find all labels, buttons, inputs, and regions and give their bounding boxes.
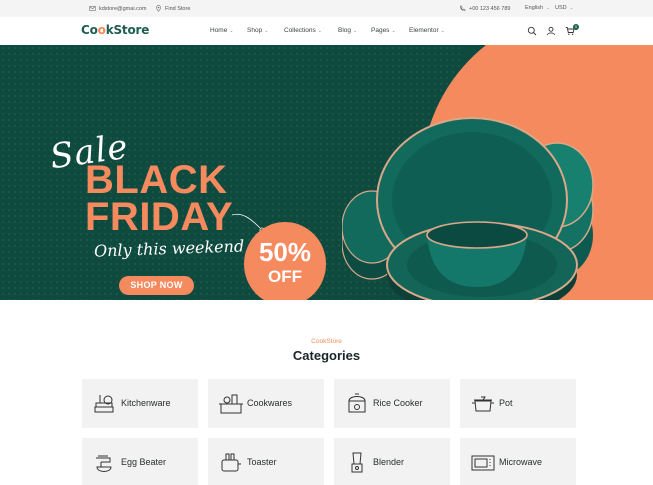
categories-title: Categories xyxy=(292,348,361,363)
mail-icon xyxy=(89,6,96,11)
logo-letter-accent: o xyxy=(97,23,106,37)
rice-cooker-icon xyxy=(348,393,366,413)
category-card-toaster[interactable]: Toaster xyxy=(208,438,324,485)
category-label: Egg Beater xyxy=(121,457,167,467)
discount-tag: 50% OFF xyxy=(244,222,326,300)
nav-home[interactable]: Home ⌄ xyxy=(210,27,247,34)
chevron-down-icon: ⌄ xyxy=(353,28,358,34)
chevron-down-icon: ⌄ xyxy=(229,28,234,34)
toaster-icon xyxy=(221,453,241,472)
category-card-kitchenware[interactable]: Kitchenware xyxy=(82,379,198,428)
chevron-down-icon: ⌄ xyxy=(569,5,574,10)
find-store-link[interactable]: Find Store xyxy=(155,5,190,12)
nav-label: Home xyxy=(210,27,228,34)
nav-shop[interactable]: Shop ⌄ xyxy=(247,27,284,34)
find-store-text: Find Store xyxy=(165,5,191,12)
phone-icon xyxy=(460,5,466,12)
hero-banner: Sale BLACK FRIDAY Only this weekend 50% … xyxy=(0,45,653,300)
nav-label: Blog xyxy=(338,27,352,34)
category-card-microwave[interactable]: Microwave xyxy=(460,438,576,485)
black-headline: BLACK xyxy=(85,158,228,202)
search-icon[interactable] xyxy=(527,26,537,36)
store-logo[interactable]: CookStore xyxy=(81,23,149,37)
dinnerware-image xyxy=(342,117,594,300)
currency-value: USD xyxy=(555,5,567,11)
map-pin-icon xyxy=(156,5,161,12)
language-select[interactable]: English ⌄ xyxy=(525,5,550,11)
category-label: Blender xyxy=(373,457,405,467)
friday-headline: FRIDAY xyxy=(85,195,234,239)
kitchenware-icon xyxy=(94,395,114,413)
site-header: CookStore Home ⌄ Shop ⌄ Collections ⌄ Blog ⌄… xyxy=(0,17,653,45)
email-contact[interactable]: kdstore@gmai.com xyxy=(89,5,146,12)
nav-elementor[interactable]: Elementor ⌄ xyxy=(409,27,454,34)
category-label: Kitchenware xyxy=(121,398,171,408)
top-bar: kdstore@gmai.com Find Store +00 123 456 … xyxy=(0,0,653,17)
blender-icon xyxy=(351,452,363,473)
shop-now-button[interactable]: SHOP NOW xyxy=(119,276,194,295)
phone-text: +00 123 456 789 xyxy=(469,5,511,12)
category-label: Toaster xyxy=(247,457,277,467)
cart-count-badge: 0 xyxy=(573,24,579,30)
user-icon[interactable] xyxy=(546,26,556,36)
discount-percent: 50% xyxy=(258,237,312,267)
chevron-down-icon: ⌄ xyxy=(317,28,322,34)
categories-subtitle: CookStore xyxy=(311,338,342,345)
email-text: kdstore@gmai.com xyxy=(99,5,147,12)
logo-letter: kStore xyxy=(105,23,150,37)
category-card-rice-cooker[interactable]: Rice Cooker xyxy=(334,379,450,428)
category-card-blender[interactable]: Blender xyxy=(334,438,450,485)
category-label: Cookwares xyxy=(247,398,293,408)
nav-label: Collections xyxy=(284,27,316,34)
discount-off: OFF xyxy=(268,267,302,286)
chevron-down-icon: ⌄ xyxy=(264,28,269,34)
chevron-down-icon: ⌄ xyxy=(391,28,396,34)
logo-letter: C xyxy=(81,23,90,37)
category-label: Rice Cooker xyxy=(373,398,423,408)
language-value: English xyxy=(525,5,544,11)
category-card-pot[interactable]: Pot xyxy=(460,379,576,428)
phone-contact[interactable]: +00 123 456 789 xyxy=(459,5,510,12)
cookware-icon xyxy=(219,394,243,414)
nav-collections[interactable]: Collections ⌄ xyxy=(284,27,338,34)
nav-blog[interactable]: Blog ⌄ xyxy=(338,27,371,34)
chevron-down-icon: ⌄ xyxy=(546,5,550,10)
category-card-egg-beater[interactable]: Egg Beater xyxy=(82,438,198,485)
nav-pages[interactable]: Pages ⌄ xyxy=(371,27,409,34)
category-label: Microwave xyxy=(499,457,543,467)
pot-icon xyxy=(472,396,494,412)
chevron-down-icon: ⌄ xyxy=(440,28,445,34)
category-label: Pot xyxy=(499,398,513,408)
nav-label: Shop xyxy=(247,27,263,34)
microwave-icon xyxy=(471,455,495,471)
nav-label: Elementor xyxy=(409,27,439,34)
currency-select[interactable]: USD ⌄ xyxy=(555,5,573,11)
logo-letter: o xyxy=(89,23,98,37)
nav-label: Pages xyxy=(371,27,390,34)
main-nav: Home ⌄ Shop ⌄ Collections ⌄ Blog ⌄ Pages ⌄ El… xyxy=(210,27,454,34)
egg-beater-icon xyxy=(96,455,112,472)
category-card-cookwares[interactable]: Cookwares xyxy=(208,379,324,428)
